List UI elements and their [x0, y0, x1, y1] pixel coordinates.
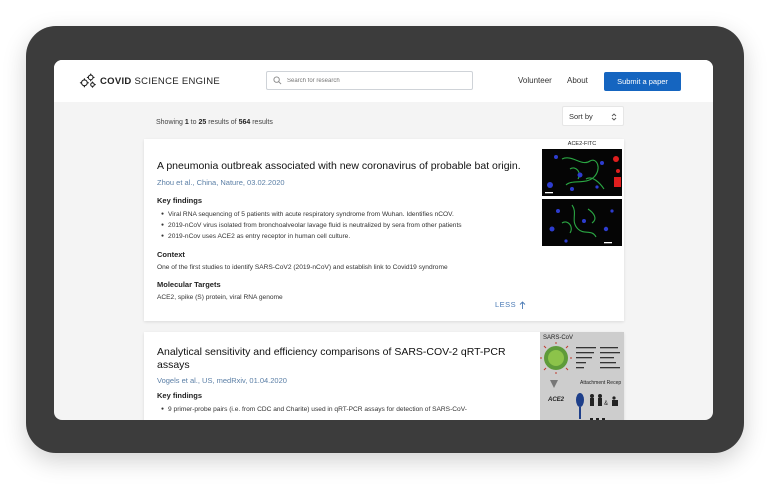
- results-count: Showing 1 to 25 results of 564 results: [156, 119, 273, 126]
- nav-link-about[interactable]: About: [567, 76, 588, 85]
- context-text: One of the first studies to identify SAR…: [157, 264, 448, 271]
- figure-receptor-label: ACE2: [547, 397, 565, 403]
- list-item: 2019-nCoV virus isolated from bronchoalv…: [161, 220, 462, 231]
- sort-chevrons-icon: [611, 113, 617, 121]
- search-input[interactable]: [287, 77, 467, 84]
- site-logo[interactable]: COVID SCIENCE ENGINE: [79, 72, 220, 90]
- figure-label: ACE2-FITC: [567, 141, 597, 147]
- paper-title[interactable]: Analytical sensitivity and efficiency co…: [157, 346, 530, 372]
- findings-list: Viral RNA sequencing of 5 patients with …: [161, 209, 462, 242]
- gears-logo-icon: [79, 73, 96, 88]
- search-box[interactable]: [266, 71, 473, 90]
- browser-viewport[interactable]: COVID SCIENCE ENGINE Volunteer About Sub…: [54, 60, 713, 420]
- list-item: 2019-nCov uses ACE2 as entry receptor in…: [161, 231, 462, 242]
- submit-paper-button[interactable]: Submit a paper: [604, 72, 681, 91]
- microscopy-image: [542, 199, 622, 246]
- top-navbar: COVID SCIENCE ENGINE Volunteer About Sub…: [54, 60, 713, 102]
- paper-authors: Zhou et al., China, Nature, 03.02.2020: [157, 178, 285, 187]
- findings-list: 9 primer-probe pairs (i.e. from CDC and …: [161, 404, 467, 415]
- less-toggle[interactable]: LESS: [495, 300, 526, 309]
- virus-diagram-image: SARS-CoV Attachment Recep ACE2 &: [540, 332, 624, 420]
- arrow-up-icon: [519, 300, 526, 309]
- paper-authors: Vogels et al., US, medRxiv, 01.04.2020: [157, 376, 287, 385]
- paper-figure[interactable]: ACE2-FITC: [540, 139, 624, 247]
- list-item: 9 primer-probe pairs (i.e. from CDC and …: [161, 404, 467, 415]
- logo-text: COVID SCIENCE ENGINE: [100, 75, 221, 87]
- key-findings-heading: Key findings: [157, 196, 203, 205]
- molecular-targets-text: ACE2, spike (S) protein, viral RNA genom…: [157, 294, 283, 301]
- molecular-targets-heading: Molecular Targets: [157, 280, 221, 289]
- key-findings-heading: Key findings: [157, 391, 203, 400]
- figure-sublabel: Attachment Recep: [580, 380, 621, 386]
- figure-label: SARS-CoV: [543, 335, 573, 341]
- paper-figure[interactable]: SARS-CoV Attachment Recep ACE2 &: [540, 332, 624, 420]
- nav-link-volunteer[interactable]: Volunteer: [518, 76, 552, 85]
- svg-text:&: &: [604, 401, 608, 407]
- search-icon: [273, 76, 282, 85]
- paper-card[interactable]: Analytical sensitivity and efficiency co…: [144, 332, 624, 420]
- sort-dropdown[interactable]: Sort by: [562, 106, 624, 126]
- list-item: Viral RNA sequencing of 5 patients with …: [161, 209, 462, 220]
- microscopy-image: [542, 149, 622, 196]
- paper-title[interactable]: A pneumonia outbreak associated with new…: [157, 160, 530, 173]
- paper-card[interactable]: A pneumonia outbreak associated with new…: [144, 139, 624, 321]
- sort-label: Sort by: [569, 111, 593, 121]
- context-heading: Context: [157, 250, 185, 259]
- less-label: LESS: [495, 300, 517, 309]
